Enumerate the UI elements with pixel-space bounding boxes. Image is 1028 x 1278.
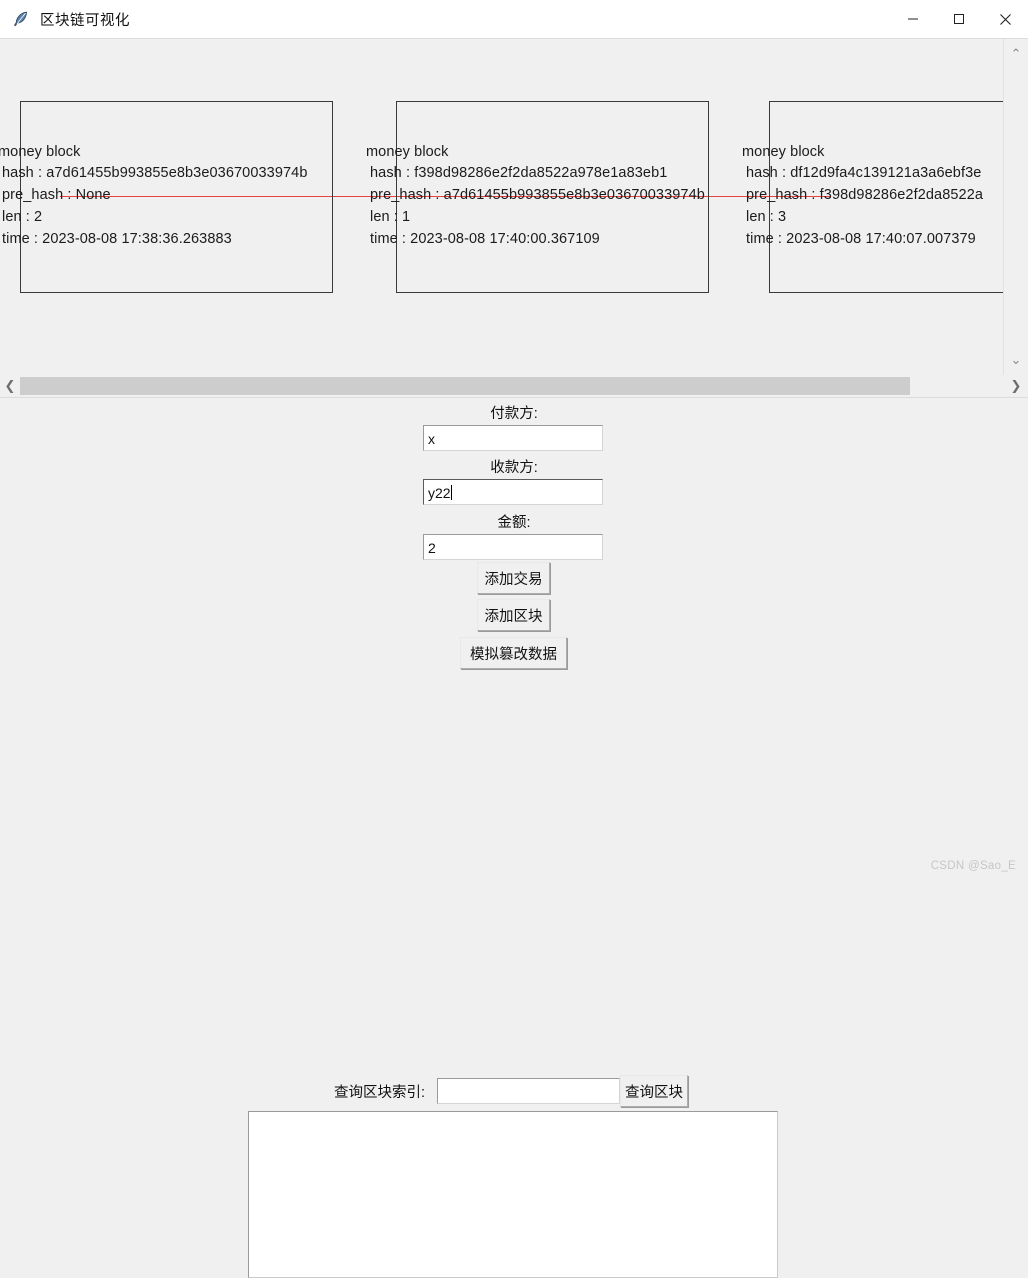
- query-index-label: 查询区块索引:: [334, 1085, 426, 1101]
- vertical-scrollbar[interactable]: ⌃ ⌄: [1003, 39, 1028, 375]
- query-block-button[interactable]: 查询区块: [620, 1075, 688, 1107]
- block-1-title: money block: [0, 144, 81, 160]
- minimize-button[interactable]: [890, 0, 936, 38]
- blockchain-canvas[interactable]: money block hash : a7d61455b993855e8b3e0…: [0, 39, 1004, 374]
- add-block-button[interactable]: 添加区块: [477, 599, 550, 631]
- block-3-len: len : 3: [746, 209, 787, 225]
- blockchain-canvas-area: money block hash : a7d61455b993855e8b3e0…: [0, 39, 1028, 397]
- transaction-form: 付款方: x 收款方: y22 金额: 2 添加交易 添加区块 模拟篡改数据 查…: [0, 398, 1028, 1278]
- horizontal-scroll-track[interactable]: [20, 377, 1004, 395]
- title-bar: 区块链可视化: [0, 0, 1028, 39]
- block-3-pre-hash: pre_hash : f398d98286e2f2da8522a: [746, 187, 984, 203]
- block-2-time: time : 2023-08-08 17:40:00.367109: [370, 231, 600, 247]
- maximize-button[interactable]: [936, 0, 982, 38]
- add-transaction-button[interactable]: 添加交易: [477, 562, 550, 594]
- scroll-down-icon[interactable]: ⌄: [1004, 349, 1028, 371]
- window-controls: [890, 0, 1028, 38]
- block-2-title: money block: [366, 144, 449, 160]
- block-1-hash: hash : a7d61455b993855e8b3e03670033974b: [2, 165, 308, 181]
- window-title: 区块链可视化: [40, 12, 130, 29]
- block-3-title: money block: [742, 144, 825, 160]
- output-textarea[interactable]: [248, 1111, 778, 1278]
- text-caret: [450, 485, 452, 500]
- amount-input[interactable]: 2: [423, 534, 603, 560]
- block-2-pre-hash: pre_hash : a7d61455b993855e8b3e036700339…: [370, 187, 705, 203]
- query-index-input[interactable]: [437, 1078, 620, 1104]
- app-window: 区块链可视化 money block hash : a7d61455b99385…: [0, 0, 1028, 1278]
- horizontal-scroll-thumb[interactable]: [20, 377, 910, 395]
- block-2-len: len : 1: [370, 209, 411, 225]
- block-3-hash: hash : df12d9fa4c139121a3a6ebf3e: [746, 165, 982, 181]
- scroll-left-icon[interactable]: ❮: [0, 375, 20, 397]
- feather-icon: [10, 8, 32, 30]
- payee-input[interactable]: y22: [423, 479, 603, 505]
- tamper-data-button[interactable]: 模拟篡改数据: [460, 637, 567, 669]
- scroll-right-icon[interactable]: ❯: [1006, 375, 1026, 397]
- payer-label: 付款方:: [490, 406, 538, 422]
- scroll-up-icon[interactable]: ⌃: [1004, 43, 1028, 65]
- block-1-len: len : 2: [2, 209, 43, 225]
- payee-input-value: y22: [428, 485, 451, 501]
- block-2-hash: hash : f398d98286e2f2da8522a978e1a83eb1: [370, 165, 668, 181]
- payer-input[interactable]: x: [423, 425, 603, 451]
- payee-label: 收款方:: [490, 460, 538, 476]
- close-button[interactable]: [982, 0, 1028, 38]
- horizontal-scrollbar[interactable]: ❮ ❯: [0, 375, 1028, 397]
- block-1-pre-hash: pre_hash : None: [2, 187, 111, 203]
- block-3-time: time : 2023-08-08 17:40:07.007379: [746, 231, 976, 247]
- watermark: CSDN @Sao_E: [930, 860, 1016, 872]
- block-1-time: time : 2023-08-08 17:38:36.263883: [2, 231, 232, 247]
- amount-label: 金额:: [497, 515, 531, 531]
